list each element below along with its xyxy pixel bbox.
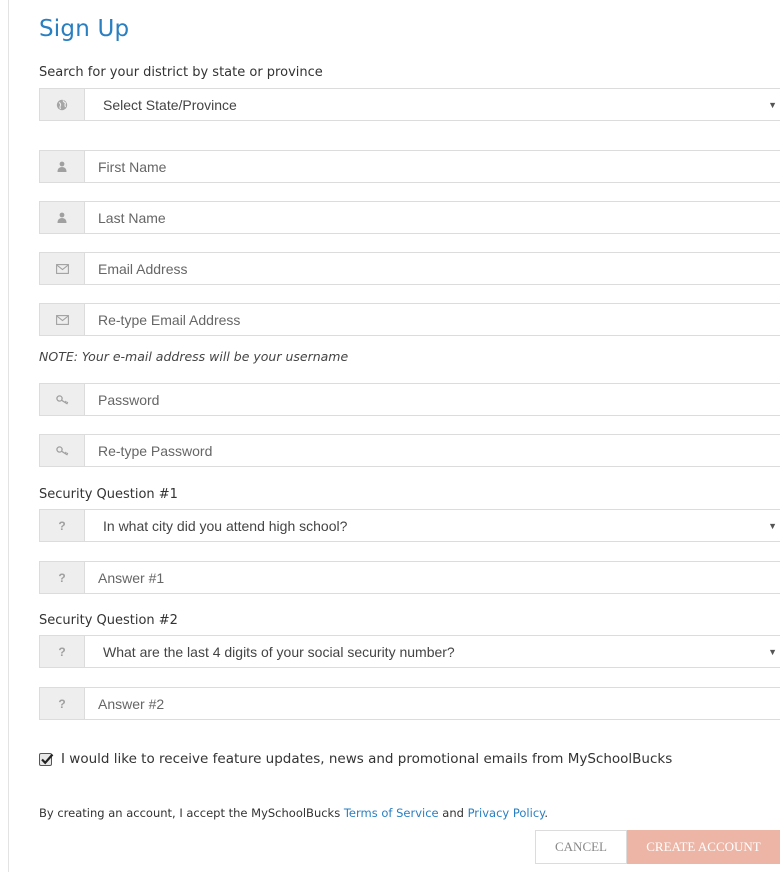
key-icon	[40, 384, 85, 415]
terms-statement: By creating an account, I accept the MyS…	[39, 806, 548, 820]
first-name-field[interactable]	[39, 150, 780, 183]
password-field[interactable]	[39, 383, 780, 416]
promo-checkbox[interactable]	[39, 752, 54, 766]
answer-1-input[interactable]	[85, 562, 780, 593]
security-question-1-value[interactable]: In what city did you attend high school?…	[85, 510, 780, 541]
email-input[interactable]	[85, 253, 780, 284]
terms-prefix: By creating an account, I accept the MyS…	[39, 806, 344, 820]
security-question-2-text: What are the last 4 digits of your socia…	[103, 643, 455, 660]
district-label: Search for your district by state or pro…	[39, 65, 323, 80]
promo-optin-row[interactable]: I would like to receive feature updates,…	[39, 751, 672, 767]
question-mark-glyph: ?	[58, 570, 66, 585]
chevron-down-icon: ▼	[768, 647, 777, 657]
security-question-2-label: Security Question #2	[39, 613, 178, 628]
question-mark-glyph: ?	[58, 518, 66, 533]
page-title: Sign Up	[39, 16, 130, 42]
privacy-policy-link[interactable]: Privacy Policy	[468, 806, 545, 820]
question-mark-icon: ?	[40, 688, 85, 719]
promo-checkbox-label: I would like to receive feature updates,…	[61, 751, 673, 767]
state-select[interactable]: Select State/Province ▼	[39, 88, 780, 121]
password-confirm-field[interactable]	[39, 434, 780, 467]
answer-2-field[interactable]: ?	[39, 687, 780, 720]
last-name-field[interactable]	[39, 201, 780, 234]
terms-and: and	[438, 806, 468, 820]
question-mark-icon: ?	[40, 636, 85, 667]
question-mark-glyph: ?	[58, 696, 66, 711]
answer-2-input[interactable]	[85, 688, 780, 719]
answer-1-field[interactable]: ?	[39, 561, 780, 594]
left-frame-border	[0, 0, 9, 872]
password-input[interactable]	[85, 384, 780, 415]
password-confirm-input[interactable]	[85, 435, 780, 466]
user-icon	[40, 151, 85, 182]
state-select-value[interactable]: Select State/Province ▼	[85, 89, 780, 120]
create-account-button[interactable]: CREATE ACCOUNT	[627, 830, 780, 864]
email-confirm-field[interactable]	[39, 303, 780, 336]
question-mark-icon: ?	[40, 510, 85, 541]
security-question-1-select[interactable]: ? In what city did you attend high schoo…	[39, 509, 780, 542]
question-mark-icon: ?	[40, 562, 85, 593]
cancel-button[interactable]: CANCEL	[535, 830, 627, 864]
envelope-icon	[40, 253, 85, 284]
envelope-icon	[40, 304, 85, 335]
security-question-1-label: Security Question #1	[39, 487, 178, 502]
chevron-down-icon: ▼	[768, 100, 777, 110]
username-note: NOTE: Your e-mail address will be your u…	[39, 349, 349, 364]
email-confirm-input[interactable]	[85, 304, 780, 335]
key-icon	[40, 435, 85, 466]
question-mark-glyph: ?	[58, 644, 66, 659]
email-field[interactable]	[39, 252, 780, 285]
globe-icon	[40, 89, 85, 120]
checkmark-icon	[41, 753, 54, 764]
security-question-1-text: In what city did you attend high school?	[103, 517, 348, 534]
terms-suffix: .	[544, 806, 548, 820]
first-name-input[interactable]	[85, 151, 780, 182]
security-question-2-value[interactable]: What are the last 4 digits of your socia…	[85, 636, 780, 667]
security-question-2-select[interactable]: ? What are the last 4 digits of your soc…	[39, 635, 780, 668]
terms-of-service-link[interactable]: Terms of Service	[344, 806, 439, 820]
last-name-input[interactable]	[85, 202, 780, 233]
user-icon	[40, 202, 85, 233]
state-select-text: Select State/Province	[103, 96, 237, 113]
chevron-down-icon: ▼	[768, 521, 777, 531]
